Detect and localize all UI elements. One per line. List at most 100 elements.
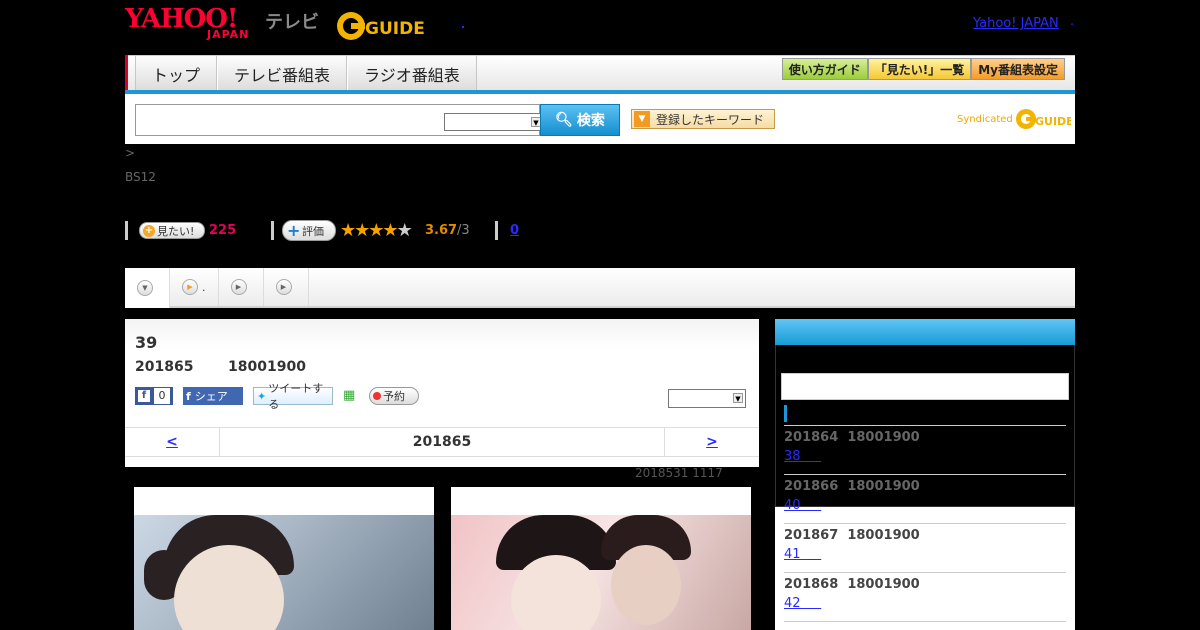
sidebar-episode-link[interactable]: 38 xyxy=(784,449,821,464)
star-icon: ★ xyxy=(340,220,356,241)
record-icon xyxy=(373,392,381,400)
episode-photo[interactable] xyxy=(134,487,434,630)
sidebar-episode-time: 18001900 xyxy=(847,577,920,592)
syndicated-gguide: Syndicated GUIDE xyxy=(957,108,1071,130)
breadcrumb[interactable]: > xyxy=(125,146,135,160)
tweet-label: ツイートする xyxy=(268,382,324,411)
sidebar-episode-date: 201866 xyxy=(784,479,839,494)
review-count-link[interactable]: 0 xyxy=(510,223,519,238)
sidebar-episode-number: 40 xyxy=(784,498,801,513)
plus-icon: + xyxy=(287,220,301,240)
search-area: ▼ 🔍︎ 検索 ▼ 登録したキーワード Syndicated GUIDE xyxy=(125,94,1075,144)
subtab-3[interactable]: ▶ xyxy=(264,268,309,306)
tweet-button[interactable]: ✦ ツイートする xyxy=(253,382,333,411)
sidebar-episode-time: 18001900 xyxy=(847,479,920,494)
star-half-icon: ★ xyxy=(382,220,398,241)
episode-time: 18001900 xyxy=(228,359,306,375)
gguide-logo: GUIDE xyxy=(337,12,425,40)
plus-icon: + xyxy=(143,224,155,237)
sidebar-episode-item: 201868 18001900 xyxy=(784,577,920,592)
nav-tab-tv-schedule[interactable]: テレビ番組表 xyxy=(217,56,348,91)
subtab-0[interactable]: ▼ xyxy=(125,268,170,308)
date-pager: < 201865 > xyxy=(125,427,759,457)
rate-button[interactable]: + 評価 xyxy=(282,220,336,241)
yahoo-japan-link[interactable]: Yahoo! JAPAN xyxy=(973,16,1059,31)
nav-tab-radio-schedule[interactable]: ラジオ番組表 xyxy=(347,56,477,91)
sidebar-episode-link[interactable]: 41 xyxy=(784,547,821,562)
stat-divider xyxy=(125,221,128,240)
subtab-1[interactable]: ▶ . xyxy=(170,268,219,306)
rating-stars: ★★★★★ xyxy=(340,220,413,241)
sidebar-episode-link[interactable]: 42 xyxy=(784,596,821,611)
syndicated-label: Syndicated xyxy=(957,113,1013,125)
svg-text:GUIDE: GUIDE xyxy=(1035,115,1071,128)
site-logo[interactable]: YAHOO! JAPAN テレビ GUIDE xyxy=(125,6,445,42)
subtab-2[interactable]: ▶ xyxy=(219,268,264,306)
want-button[interactable]: + 見たい! xyxy=(139,222,205,239)
sidebar-episode-date: 201868 xyxy=(784,577,839,592)
nav-tabs: トップ テレビ番組表 ラジオ番組表 xyxy=(135,56,477,91)
nav-tab-top[interactable]: トップ xyxy=(135,56,218,91)
rating-sub: /3 xyxy=(457,223,470,238)
sidebar-episode-item: 201866 18001900 xyxy=(784,479,920,494)
facebook-like-count: 0 xyxy=(154,388,170,404)
reserve-button[interactable]: 予約 xyxy=(369,387,419,405)
sidebar-input[interactable] xyxy=(781,373,1069,400)
facebook-like-button[interactable]: f 0 xyxy=(135,387,173,405)
sidebar-episode-time: 18001900 xyxy=(847,430,920,445)
episode-date: 201865 xyxy=(135,359,194,375)
sidebar-episode-number: 41 xyxy=(784,547,801,562)
sidebar-episode-date: 201864 xyxy=(784,430,839,445)
rating-value: 3.67 xyxy=(425,223,458,238)
facebook-icon: f xyxy=(138,390,150,402)
want-list-button[interactable]: 「見たい!」一覧 xyxy=(867,58,972,80)
star-icon: ★ xyxy=(354,220,370,241)
sidebar-episode-link[interactable]: 40 xyxy=(784,498,821,513)
my-schedule-settings-button[interactable]: My番組表設定 xyxy=(971,58,1065,80)
pager-prev-link[interactable]: < xyxy=(125,428,220,456)
episode-card: 39 201865 18001900 f 0 f シェア ✦ ツイートする ▦ … xyxy=(125,319,759,467)
star-empty-icon: ★ xyxy=(396,220,413,241)
gguide-small-logo: GUIDE xyxy=(1015,109,1071,129)
chevron-down-icon: ▼ xyxy=(137,280,153,296)
twitter-bird-icon: ✦ xyxy=(257,389,267,403)
sidebar-section-marker xyxy=(784,405,787,422)
nav-left-accent xyxy=(125,55,128,91)
facebook-icon: f xyxy=(186,389,191,403)
calendar-add-icon[interactable]: ▦ xyxy=(343,388,359,404)
usage-guide-button[interactable]: 使い方ガイド xyxy=(781,58,868,80)
yahoo-japan-link-suffix: . xyxy=(1070,14,1075,29)
pager-current-date: 201865 xyxy=(412,434,472,450)
search-input[interactable]: ▼ xyxy=(135,104,544,136)
search-button-label: 検索 xyxy=(576,113,605,129)
divider xyxy=(784,572,1066,573)
search-category-select[interactable]: ▼ xyxy=(444,113,544,131)
sidebar-episode-item: 201867 18001900 xyxy=(784,528,920,543)
dropdown-arrow-icon: ▼ xyxy=(634,111,650,127)
star-icon: ★ xyxy=(368,220,384,241)
subtab-label: . xyxy=(202,280,206,294)
search-button[interactable]: 🔍︎ 検索 xyxy=(540,104,620,136)
episode-photo[interactable] xyxy=(451,487,751,630)
saved-keyword-label: 登録したキーワード xyxy=(656,112,765,127)
play-icon: ▶ xyxy=(275,279,292,295)
facebook-share-button[interactable]: f シェア xyxy=(183,387,243,405)
sidebar-episode-date: 201867 xyxy=(784,528,839,543)
divider xyxy=(784,621,1066,622)
episode-select[interactable]: ▼ xyxy=(668,389,746,408)
saved-keyword-button[interactable]: ▼ 登録したキーワード xyxy=(631,109,775,129)
want-count: 225 xyxy=(209,223,237,238)
stat-divider xyxy=(495,221,498,240)
pager-next-link[interactable]: > xyxy=(664,428,759,456)
social-buttons: f 0 f シェア ✦ ツイートする ▦ 予約 xyxy=(135,382,419,411)
play-icon: ▶ xyxy=(230,279,247,295)
chevron-down-icon: ▼ xyxy=(733,393,743,403)
sidebar-episode-number: 38 xyxy=(784,449,801,464)
svg-text:GUIDE: GUIDE xyxy=(365,19,425,39)
program-subtabs: ▼ ▶ . ▶ ▶ xyxy=(125,268,1075,308)
sidebar-episode-number: 42 xyxy=(784,596,801,611)
play-icon: ▶ xyxy=(182,279,198,295)
sidebar-panel-bottom xyxy=(775,507,1075,630)
rate-label: 評価 xyxy=(302,224,324,238)
header-dot xyxy=(462,26,464,28)
